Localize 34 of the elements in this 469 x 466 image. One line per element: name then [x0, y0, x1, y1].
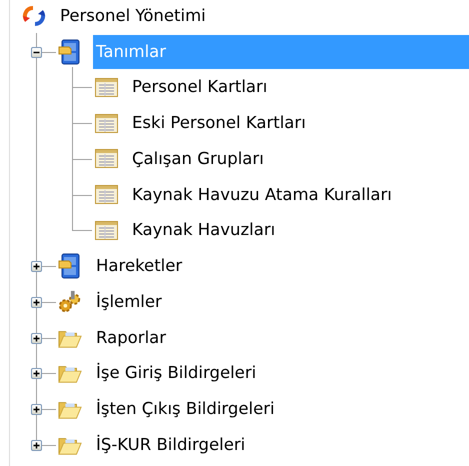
plus-icon — [32, 405, 41, 414]
expand-button[interactable] — [31, 296, 42, 308]
tree-item[interactable]: Personel Yönetimi — [57, 0, 209, 33]
tree-item[interactable]: Çalışan Grupları — [129, 142, 267, 176]
plus-icon — [32, 334, 41, 343]
tree-item[interactable]: İşten Çıkış Bildirgeleri — [93, 392, 278, 426]
form-icon — [94, 220, 118, 240]
expand-button[interactable] — [31, 368, 42, 380]
gears-icon — [58, 290, 82, 314]
tree-item[interactable]: İşe Giriş Bildirgeleri — [93, 356, 260, 390]
tree-item[interactable]: Personel Kartları — [129, 70, 270, 104]
form-icon — [94, 78, 118, 97]
logo-icon — [22, 4, 46, 27]
form-icon — [94, 185, 118, 204]
expand-button[interactable] — [31, 332, 42, 344]
filing-cabinet-icon — [58, 38, 82, 65]
expand-button[interactable] — [31, 261, 42, 272]
expand-button[interactable] — [31, 404, 42, 416]
plus-icon — [32, 369, 41, 378]
plus-icon — [32, 262, 41, 272]
expand-button[interactable] — [31, 440, 42, 451]
collapse-button[interactable] — [31, 46, 42, 58]
tree-item[interactable]: Eski Personel Kartları — [129, 106, 309, 140]
form-icon — [94, 114, 118, 133]
plus-icon — [32, 440, 41, 450]
tree-item[interactable]: Kaynak Havuzu Atama Kuralları — [129, 178, 395, 212]
tree-item[interactable]: Hareketler — [93, 249, 186, 284]
tree-item[interactable]: İşlemler — [93, 284, 165, 319]
plus-icon — [32, 298, 41, 307]
tree-item[interactable]: Kaynak Havuzları — [129, 213, 278, 248]
tree-item[interactable]: Raporlar — [93, 320, 170, 355]
form-icon — [94, 149, 118, 168]
tree-item[interactable]: İŞ-KUR Bildirgeleri — [93, 428, 248, 462]
filing-cabinet-icon — [58, 253, 82, 280]
